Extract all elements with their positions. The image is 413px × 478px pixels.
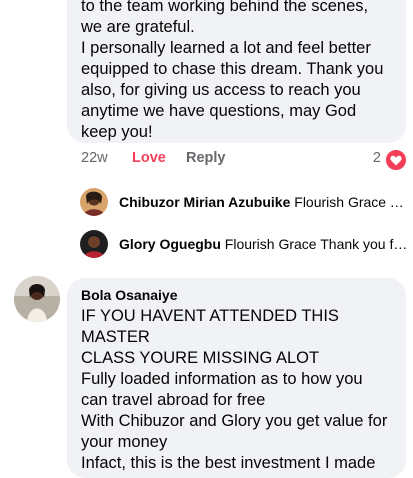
reply-item[interactable]: Glory Oguegbu Flourish Grace Thank you f… [80,230,410,260]
reply-snippet: Flourish Grace Th... [294,194,409,210]
love-reaction-button[interactable]: Love [132,150,166,166]
reply-button[interactable]: Reply [186,150,226,166]
comment-text: IF YOU HAVENT ATTENDED THIS MASTER CLASS… [81,307,388,472]
reply-author[interactable]: Chibuzor Mirian Azubuike [119,194,290,210]
comment-bubble: Bola Osanaiye IF YOU HAVENT ATTENDED THI… [67,278,406,478]
comment-author[interactable]: Bola Osanaiye [81,287,178,303]
comment-bubble: to the team working behind the scenes, w… [67,0,406,143]
avatar[interactable] [14,276,60,322]
comment-text: to the team working behind the scenes, w… [81,0,384,141]
avatar[interactable] [80,230,108,258]
reply-item[interactable]: Chibuzor Mirian Azubuike Flourish Grace … [80,188,410,218]
reply-snippet: Flourish Grace Thank you for... [224,236,409,252]
avatar[interactable] [80,188,108,216]
heart-icon[interactable] [385,149,407,171]
comment-timestamp[interactable]: 22w [81,150,108,166]
comment-actions: 22w Love Reply 2 [81,149,411,172]
reaction-count[interactable]: 2 [373,150,381,166]
reply-author[interactable]: Glory Oguegbu [119,236,221,252]
